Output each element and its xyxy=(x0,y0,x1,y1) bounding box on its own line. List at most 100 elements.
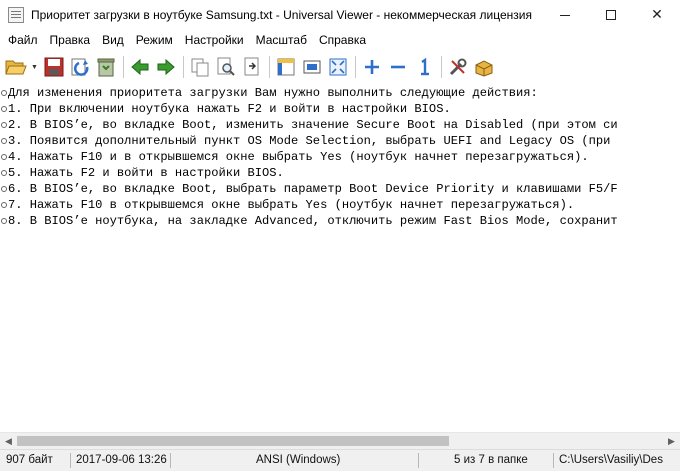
toolbar-separator xyxy=(441,56,442,78)
menu-view[interactable]: Вид xyxy=(96,30,130,50)
toolbar: ▼ xyxy=(0,50,680,84)
line-text: 3. Появится дополнительный пункт OS Mode… xyxy=(8,134,611,148)
text-line: 2. В BIOS’е, во вкладке Boot, изменить з… xyxy=(0,117,680,133)
open-dropdown-arrow[interactable]: ▼ xyxy=(30,55,39,79)
text-mode-button[interactable] xyxy=(274,55,298,79)
text-viewer[interactable]: Для изменения приоритета загрузки Вам ну… xyxy=(0,84,680,432)
text-line: 6. В BIOS’е, во вкладке Boot, выбрать па… xyxy=(0,181,680,197)
title-bar[interactable]: Приоритет загрузки в ноутбуке Samsung.tx… xyxy=(0,0,680,30)
zoom-in-button[interactable] xyxy=(360,55,384,79)
menu-edit[interactable]: Правка xyxy=(44,30,97,50)
zoom-out-button[interactable] xyxy=(386,55,410,79)
status-divider xyxy=(418,453,419,468)
export-button[interactable] xyxy=(240,55,264,79)
status-path: C:\Users\Vasiliy\Des xyxy=(559,454,663,466)
copy-icon xyxy=(191,58,209,77)
find-button[interactable] xyxy=(214,55,238,79)
status-file-size: 907 байт xyxy=(6,454,53,466)
menu-mode[interactable]: Режим xyxy=(130,30,179,50)
open-file-button[interactable] xyxy=(4,55,28,79)
minimize-icon xyxy=(560,14,570,16)
line-marker-icon xyxy=(1,202,7,208)
maximize-button[interactable] xyxy=(588,0,634,30)
maximize-icon xyxy=(606,10,616,20)
plugin-button[interactable] xyxy=(472,55,496,79)
next-file-icon xyxy=(157,58,175,76)
horizontal-scrollbar[interactable]: ◀ ▶ xyxy=(0,432,680,449)
line-marker-icon xyxy=(1,106,7,112)
line-text: 2. В BIOS’е, во вкладке Boot, изменить з… xyxy=(8,118,618,132)
scroll-right-arrow-icon[interactable]: ▶ xyxy=(663,433,680,450)
scroll-left-arrow-icon[interactable]: ◀ xyxy=(0,433,17,450)
tools-icon xyxy=(449,58,467,76)
find-icon xyxy=(217,57,235,76)
text-line: 4. Нажать F10 и в открывшемся окне выбра… xyxy=(0,149,680,165)
line-text: 6. В BIOS’е, во вкладке Boot, выбрать па… xyxy=(8,182,618,196)
app-document-icon xyxy=(8,7,24,23)
recycle-bin-icon xyxy=(97,58,115,77)
zoom-out-icon xyxy=(391,65,405,69)
status-divider xyxy=(553,453,554,468)
line-text: Для изменения приоритета загрузки Вам ну… xyxy=(8,86,538,100)
save-icon xyxy=(44,57,64,77)
line-text: 8. В BIOS’е ноутбука, на закладке Advanc… xyxy=(8,214,618,228)
window-title: Приоритет загрузки в ноутбуке Samsung.tx… xyxy=(31,8,532,22)
original-size-icon xyxy=(421,57,429,76)
next-file-button[interactable] xyxy=(154,55,178,79)
fullscreen-icon xyxy=(303,60,321,74)
line-text: 1. При включении ноутбука нажать F2 и во… xyxy=(8,102,451,116)
text-line: 3. Появится дополнительный пункт OS Mode… xyxy=(0,133,680,149)
status-encoding: ANSI (Windows) xyxy=(256,454,341,466)
fit-window-icon xyxy=(329,58,347,76)
original-size-button[interactable] xyxy=(412,55,436,79)
plugin-icon xyxy=(475,60,493,77)
zoom-in-icon xyxy=(365,60,379,74)
menu-zoom[interactable]: Масштаб xyxy=(250,30,313,50)
line-text: 5. Нажать F2 и войти в настройки BIOS. xyxy=(8,166,284,180)
menu-file[interactable]: Файл xyxy=(0,30,44,50)
menu-bar: Файл Правка Вид Режим Настройки Масштаб … xyxy=(0,30,680,50)
toolbar-separator xyxy=(123,56,124,78)
line-marker-icon xyxy=(1,138,7,144)
minimize-button[interactable] xyxy=(542,0,588,30)
toolbar-separator xyxy=(269,56,270,78)
menu-settings[interactable]: Настройки xyxy=(179,30,250,50)
toolbar-separator xyxy=(183,56,184,78)
open-file-icon xyxy=(5,60,27,75)
text-line: Для изменения приоритета загрузки Вам ну… xyxy=(0,85,680,101)
toolbar-separator xyxy=(355,56,356,78)
line-marker-icon xyxy=(1,218,7,224)
previous-file-icon xyxy=(131,58,149,76)
export-icon xyxy=(244,57,259,76)
status-position: 5 из 7 в папке xyxy=(454,454,528,466)
line-text: 4. Нажать F10 и в открывшемся окне выбра… xyxy=(8,150,589,164)
reload-icon xyxy=(71,58,89,76)
text-mode-icon xyxy=(277,58,295,76)
line-marker-icon xyxy=(1,122,7,128)
line-marker-icon xyxy=(1,154,7,160)
close-button[interactable]: ✕ xyxy=(634,0,680,30)
tools-button[interactable] xyxy=(446,55,470,79)
line-text: 7. Нажать F10 в открывшемся окне выбрать… xyxy=(8,198,575,212)
fit-window-button[interactable] xyxy=(326,55,350,79)
save-button[interactable] xyxy=(42,55,66,79)
line-marker-icon xyxy=(1,170,7,176)
status-divider xyxy=(170,453,171,468)
copy-button[interactable] xyxy=(188,55,212,79)
text-line: 1. При включении ноутбука нажать F2 и во… xyxy=(0,101,680,117)
previous-file-button[interactable] xyxy=(128,55,152,79)
fullscreen-button[interactable] xyxy=(300,55,324,79)
text-line: 8. В BIOS’е ноутбука, на закладке Advanc… xyxy=(0,213,680,229)
line-marker-icon xyxy=(1,90,7,96)
status-bar: 907 байт 2017-09-06 13:26 ANSI (Windows)… xyxy=(0,449,680,471)
line-marker-icon xyxy=(1,186,7,192)
text-line: 7. Нажать F10 в открывшемся окне выбрать… xyxy=(0,197,680,213)
text-line: 5. Нажать F2 и войти в настройки BIOS. xyxy=(0,165,680,181)
status-datetime: 2017-09-06 13:26 xyxy=(76,454,167,466)
status-divider xyxy=(70,453,71,468)
close-icon: ✕ xyxy=(651,7,663,23)
recycle-bin-button[interactable] xyxy=(94,55,118,79)
menu-help[interactable]: Справка xyxy=(313,30,372,50)
scrollbar-thumb[interactable] xyxy=(17,436,449,446)
reload-button[interactable] xyxy=(68,55,92,79)
